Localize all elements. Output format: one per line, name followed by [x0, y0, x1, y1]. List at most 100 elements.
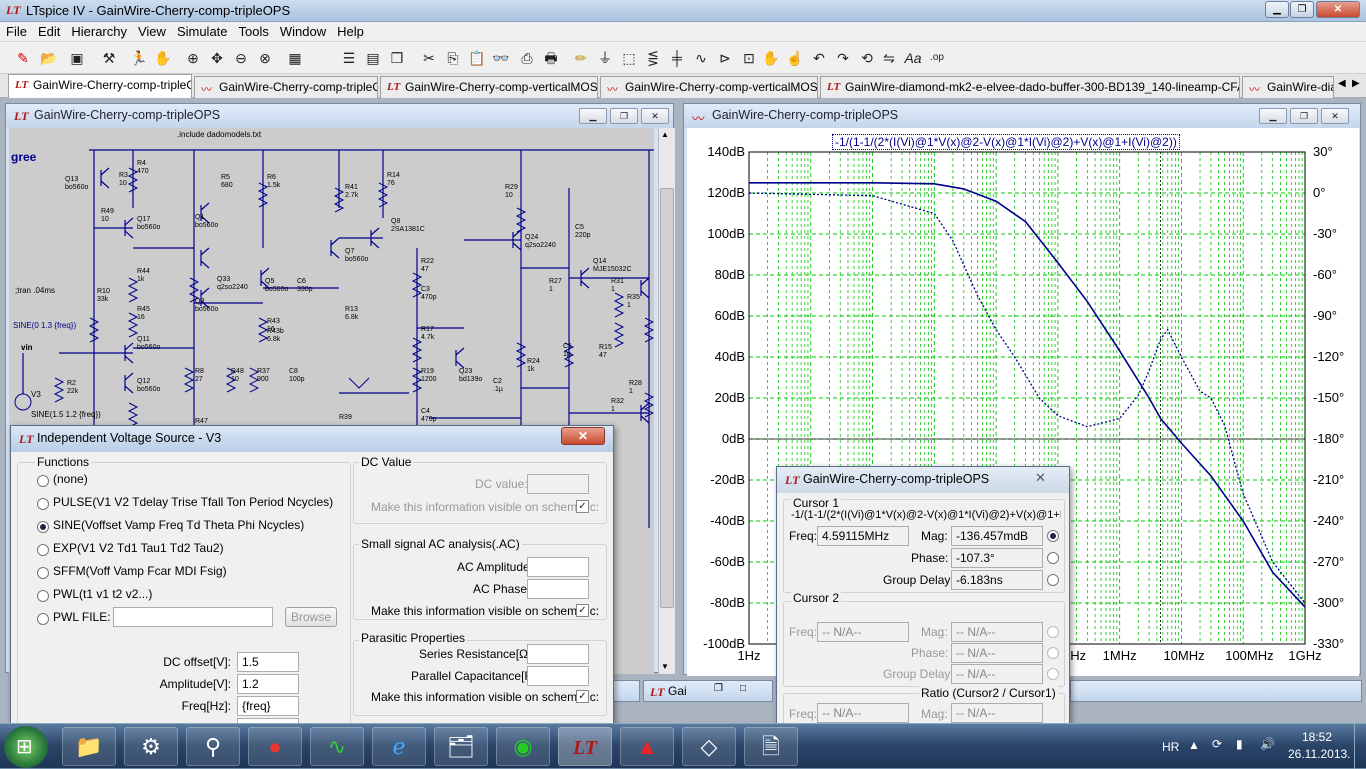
part-label[interactable]: Q14 MJE15032C	[593, 258, 632, 274]
part-label[interactable]: Q1 bo560o	[195, 214, 218, 230]
cursor1-phase-value[interactable]: -107.3°	[951, 548, 1043, 568]
part-label[interactable]: R29 10	[505, 184, 518, 200]
tab-scroll-right-icon[interactable]: ▶	[1352, 78, 1360, 89]
part-label[interactable]: C6 330p	[297, 278, 313, 294]
taskbar-internet-explorer[interactable]: ℯ	[372, 727, 426, 766]
ratio-mag-value[interactable]: -- N/A--	[951, 703, 1043, 723]
part-label[interactable]: Q17 bo560o	[137, 216, 160, 232]
part-label[interactable]: Q12 bo560o	[137, 378, 160, 394]
source-v3-value[interactable]: SINE(1.5 1.2 {freq})	[31, 410, 101, 419]
schematic-minimize-button[interactable]: ▁	[579, 108, 607, 124]
x-tick[interactable]: 10MHz	[1163, 648, 1204, 663]
y-left-tick[interactable]: -20dB	[710, 472, 745, 487]
tab-schematic-tripleops[interactable]: LT GainWire-Cherry-comp-tripleOPS	[8, 74, 192, 98]
function-radio-1[interactable]	[37, 498, 49, 510]
rotate-icon[interactable]: ⟲	[856, 47, 878, 69]
cursor1-group-delay-value[interactable]: -6.183ns	[951, 570, 1043, 590]
part-label[interactable]: R44 1k	[137, 268, 150, 284]
part-label[interactable]: Q11 bo560o	[137, 336, 160, 352]
y-right-tick[interactable]: 0°	[1313, 185, 1325, 200]
ground-icon[interactable]: ⏚	[594, 47, 616, 69]
minimize-button[interactable]: ▁	[1265, 1, 1289, 18]
function-option-label[interactable]: (none)	[53, 472, 88, 486]
input-language[interactable]: HR	[1162, 740, 1179, 754]
series-resistance-input[interactable]	[527, 644, 589, 664]
trace-label[interactable]: -1/(1-1/(2*(I(Vi)@1*V(x)@2-V(x)@1*I(Vi)@…	[832, 134, 1180, 150]
tab-waveform-verticalmosfet[interactable]: 〰 GainWire-Cherry-comp-verticalMOSFET	[600, 76, 818, 98]
tab-schematic-diamond[interactable]: LT GainWire-diamond-mk2-e-elvee-dado-buff…	[820, 76, 1240, 98]
resistor-icon[interactable]: ⋚	[642, 47, 664, 69]
component-icon[interactable]: ⊡	[738, 47, 760, 69]
tran-directive[interactable]: ;tran .04ms	[15, 286, 55, 295]
y-right-tick[interactable]: -270°	[1313, 554, 1344, 569]
new-schematic-icon[interactable]: ✎	[12, 47, 34, 69]
param-input[interactable]: {freq}	[237, 696, 299, 716]
pan-icon[interactable]: ✥	[206, 47, 228, 69]
function-option-label[interactable]: EXP(V1 V2 Td1 Tau1 Td2 Tau2)	[53, 541, 224, 555]
taskbar-app-11[interactable]: ◇	[682, 727, 736, 766]
part-label[interactable]: C5 220p	[575, 224, 591, 240]
drag-icon[interactable]: ☝	[784, 47, 806, 69]
part-label[interactable]: R43b 6.8k	[267, 328, 284, 344]
part-label[interactable]: R6 1.5k	[267, 174, 280, 190]
part-label[interactable]: R49 10	[101, 208, 114, 224]
part-label[interactable]: R32 1	[611, 398, 624, 414]
taskbar-app-4[interactable]: ●	[248, 727, 302, 766]
menu-help[interactable]: Help	[331, 22, 369, 42]
paste-icon[interactable]: 📋	[466, 47, 488, 69]
cascade-icon[interactable]: ❒	[386, 47, 408, 69]
y-right-tick[interactable]: -90°	[1313, 308, 1337, 323]
dialog-close-button[interactable]: ✕	[561, 427, 605, 445]
cursor1-mag-radio[interactable]	[1047, 530, 1059, 542]
ratio-freq-value[interactable]: -- N/A--	[817, 703, 909, 723]
dc-visible-checkbox[interactable]: ✓	[576, 500, 589, 513]
part-label[interactable]: R39	[339, 414, 352, 422]
tab-scroll-left-icon[interactable]: ◀	[1338, 78, 1346, 89]
part-label[interactable]: R31 1	[611, 278, 624, 294]
tab-waveform-diar[interactable]: 〰 GainWire-diar	[1242, 76, 1334, 98]
y-right-tick[interactable]: 30°	[1313, 144, 1333, 159]
part-label[interactable]: C2.1µ	[493, 378, 503, 394]
part-label[interactable]: R14 76	[387, 172, 400, 188]
waveform-restore-button[interactable]: ❐	[1290, 108, 1318, 124]
cursor2-mag-radio[interactable]	[1047, 626, 1059, 638]
schematic-restore-button[interactable]: ❐	[610, 108, 638, 124]
menu-hierarchy[interactable]: Hierarchy	[65, 22, 132, 42]
part-label[interactable]: R17 4.7k	[421, 326, 434, 342]
ac-visible-checkbox[interactable]: ✓	[576, 604, 589, 617]
start-button[interactable]: ⊞	[4, 726, 48, 768]
open-icon[interactable]: 📂	[38, 47, 60, 69]
function-radio-6[interactable]	[37, 613, 49, 625]
taskbar-app-3[interactable]: ⚲	[186, 727, 240, 766]
text-icon[interactable]: Aa	[902, 47, 924, 69]
mirror-icon[interactable]: ⇋	[878, 47, 900, 69]
x-tick[interactable]: 1GHz	[1287, 648, 1323, 663]
y-right-tick[interactable]: -210°	[1313, 472, 1344, 487]
param-input[interactable]: 1.5	[237, 652, 299, 672]
zoom-out-icon[interactable]: ⊖	[230, 47, 252, 69]
taskbar-wordpad[interactable]: 🗎	[744, 727, 798, 766]
taskbar-explorer[interactable]: 📁	[62, 727, 116, 766]
y-left-tick[interactable]: 120dB	[707, 185, 745, 200]
menu-tools[interactable]: Tools	[233, 22, 274, 42]
capacitor-icon[interactable]: ╪	[666, 47, 688, 69]
part-label[interactable]: R22 47	[421, 258, 434, 274]
y-right-tick[interactable]: -300°	[1313, 595, 1344, 610]
part-label[interactable]: R41 2.7k	[345, 184, 358, 200]
y-left-tick[interactable]: -80dB	[710, 595, 745, 610]
autorange-icon[interactable]: ▦	[284, 47, 306, 69]
tile-vertical-icon[interactable]: ▤	[362, 47, 384, 69]
sync-icon[interactable]: ⟳	[1212, 737, 1222, 751]
schematic-vertical-scrollbar[interactable]: ▲ ▼	[658, 128, 675, 674]
part-label[interactable]: R2 22k	[67, 380, 78, 396]
print-icon[interactable]: 🖶	[540, 47, 562, 69]
part-label[interactable]: R28 1	[629, 380, 642, 396]
param-input[interactable]: 1.2	[237, 674, 299, 694]
function-radio-5[interactable]	[37, 590, 49, 602]
y-left-tick[interactable]: 40dB	[715, 349, 745, 364]
y-right-tick[interactable]: -60°	[1313, 267, 1337, 282]
part-label[interactable]: R24 1k	[527, 358, 540, 374]
maximize-button[interactable]: ❐	[1290, 1, 1314, 18]
save-icon[interactable]: ▣	[66, 47, 88, 69]
cursor2-freq-value[interactable]: -- N/A--	[817, 622, 909, 642]
